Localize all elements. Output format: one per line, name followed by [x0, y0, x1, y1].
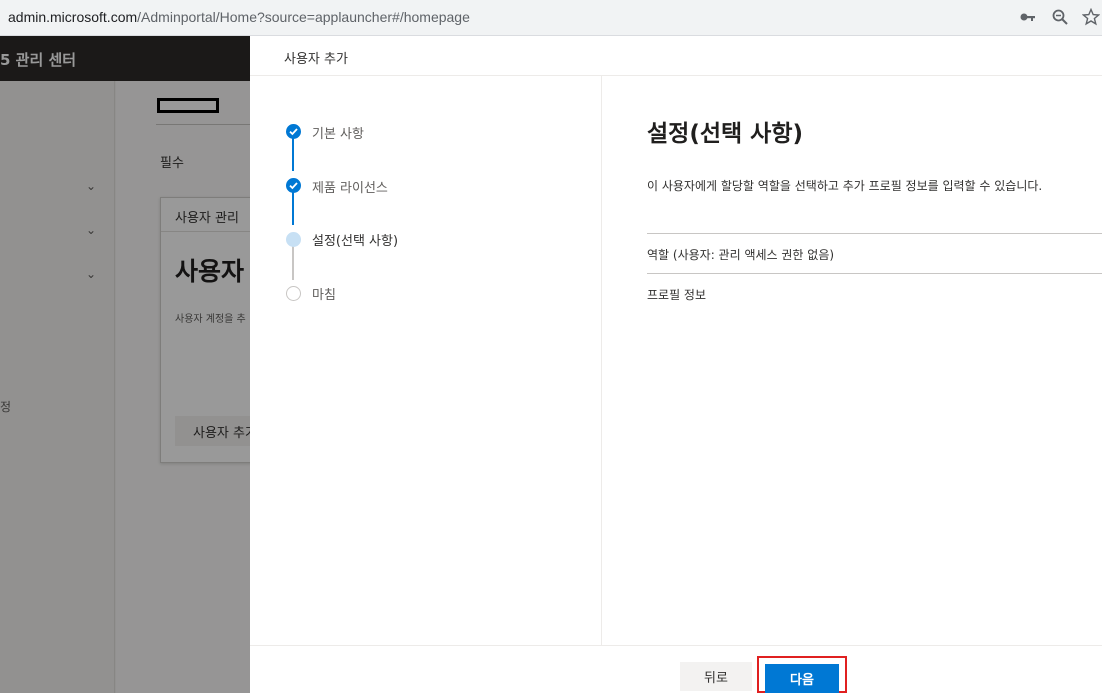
- next-button-highlight: 다음: [757, 656, 847, 693]
- panel-header: 사용자 추가: [250, 36, 1102, 76]
- wizard-steps: 기본 사항 제품 라이선스 설정(선택 사항) 마침: [250, 76, 602, 645]
- url-path: /Adminportal/Home?source=applauncher#/ho…: [137, 9, 470, 25]
- url-text[interactable]: admin.microsoft.com/Adminportal/Home?sou…: [8, 9, 470, 25]
- roles-section-toggle[interactable]: 역할 (사용자: 관리 액세스 권한 없음): [647, 246, 834, 263]
- next-button[interactable]: 다음: [765, 664, 839, 693]
- zoom-icon[interactable]: [1050, 8, 1070, 28]
- browser-address-bar[interactable]: admin.microsoft.com/Adminportal/Home?sou…: [0, 0, 1102, 36]
- step-label-settings: 설정(선택 사항): [312, 234, 399, 249]
- step-label-finish: 마침: [312, 288, 336, 303]
- step-complete-icon: [286, 178, 301, 193]
- add-user-panel: 사용자 추가 기본 사항 제품 라이선스 설정(선택 사항) 마침 설정(선택 …: [250, 36, 1102, 693]
- page-description: 이 사용자에게 할당할 역할을 선택하고 추가 프로필 정보를 입력할 수 있습…: [647, 179, 1043, 193]
- modal-overlay[interactable]: [0, 36, 250, 693]
- panel-content: 설정(선택 사항) 이 사용자에게 할당할 역할을 선택하고 추가 프로필 정보…: [603, 76, 1102, 645]
- divider: [647, 273, 1102, 274]
- divider: [647, 233, 1102, 234]
- panel-title: 사용자 추가: [284, 52, 348, 67]
- step-current-icon: [286, 232, 301, 247]
- step-label-basics: 기본 사항: [312, 127, 364, 142]
- url-host: admin.microsoft.com: [8, 9, 138, 25]
- step-label-licenses: 제품 라이선스: [312, 181, 388, 196]
- page-title: 설정(선택 사항): [647, 121, 803, 147]
- star-icon[interactable]: [1081, 7, 1101, 28]
- key-icon[interactable]: [1018, 8, 1038, 28]
- panel-footer: 뒤로 다음: [250, 645, 1102, 693]
- step-complete-icon: [286, 124, 301, 139]
- profile-info-section-toggle[interactable]: 프로필 정보: [647, 286, 706, 303]
- step-pending-icon: [286, 286, 301, 301]
- back-button[interactable]: 뒤로: [680, 662, 752, 691]
